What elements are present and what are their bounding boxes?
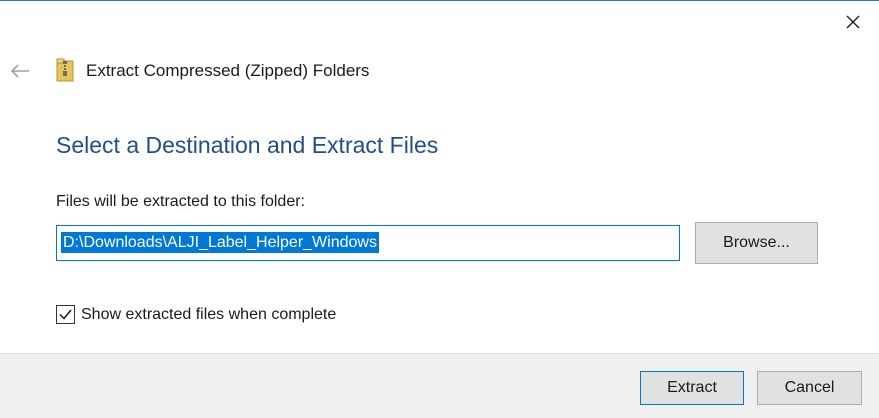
extract-dialog: Extract Compressed (Zipped) Folders Sele… (0, 0, 879, 418)
wizard-title: Extract Compressed (Zipped) Folders (86, 61, 370, 80)
back-arrow-icon (10, 64, 29, 78)
show-files-label[interactable]: Show extracted files when complete (81, 306, 336, 324)
show-files-checkbox[interactable] (56, 305, 75, 324)
page-heading: Select a Destination and Extract Files (56, 132, 439, 158)
browse-button[interactable]: Browse... (695, 222, 818, 264)
close-icon (846, 15, 860, 29)
checkmark-icon (59, 309, 72, 320)
dialog-footer: Extract Cancel (0, 353, 879, 418)
cancel-button[interactable]: Cancel (757, 371, 862, 405)
back-button[interactable] (6, 57, 34, 85)
destination-label: Files will be extracted to this folder: (56, 193, 305, 210)
close-button[interactable] (836, 7, 870, 37)
destination-path-input[interactable]: D:\Downloads\ALJI_Label_Helper_Windows (56, 225, 680, 261)
destination-path-text: D:\Downloads\ALJI_Label_Helper_Windows (61, 232, 379, 253)
zipped-folder-icon (56, 58, 74, 82)
extract-button[interactable]: Extract (640, 371, 744, 405)
